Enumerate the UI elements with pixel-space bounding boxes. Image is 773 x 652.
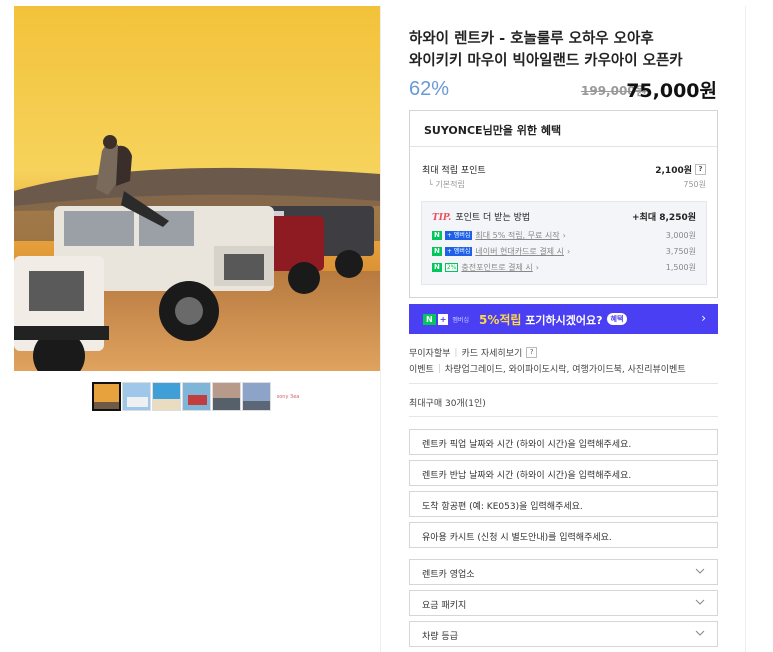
pickup-datetime-input[interactable]: 렌트카 픽업 날짜와 시간 (하와이 시간)을 입력해주세요. <box>409 429 718 455</box>
divider <box>409 416 718 417</box>
main-product-image <box>14 6 380 371</box>
help-icon[interactable]: ? <box>526 347 538 358</box>
naver-membership-banner[interactable]: N + 멤버십 5%적립 포기하시겠어요? 혜택 › <box>409 304 718 334</box>
flight-number-input[interactable]: 도착 항공편 (예: KE053)을 입력해주세요. <box>409 491 718 517</box>
max-points-row: 최대 적립 포인트 2,100원 ? <box>422 163 706 176</box>
naver-n-icon: N <box>432 263 442 272</box>
tip-heading: TIP. 포인트 더 받는 방법 +최대 8,250원 <box>432 213 696 223</box>
plus-icon: + <box>437 313 449 325</box>
benefit-heading: SUYONCE님만을 위한 혜택 <box>410 111 717 147</box>
benefit-box: SUYONCE님만을 위한 혜택 최대 적립 포인트 2,100원 ? └ 기본… <box>409 110 718 298</box>
percent-badge: 2% <box>444 263 459 272</box>
chevron-right-icon: › <box>701 311 706 325</box>
divider <box>409 383 718 384</box>
child-seat-input[interactable]: 유아용 카시트 (신청 시 별도안내)를 입력해주세요. <box>409 522 718 548</box>
thumbnail-3[interactable] <box>152 382 181 411</box>
thumbnail-5[interactable] <box>212 382 241 411</box>
product-title: 하와이 렌트카 - 호놀룰루 오하우 오아후 와이키키 마우이 빅아일랜드 카우… <box>409 31 683 69</box>
discount-rate: 62% <box>409 78 450 100</box>
card-detail-link[interactable]: 카드 자세히보기 <box>461 346 522 359</box>
event-row: 이벤트 | 차량업그레이드, 와이파이도시락, 여행가이드북, 사진리뷰이벤트 <box>409 363 686 376</box>
membership-badge: + 멤버십 <box>444 247 473 256</box>
thumbnail-more[interactable]: sony 3ea <box>272 382 304 411</box>
tip-row-charge-points[interactable]: N 2% 충전포인트로 결제 시 › 1,500원 <box>432 262 696 273</box>
max-purchase: 최대구매 30개(1인) <box>409 399 486 409</box>
naver-n-icon: N <box>432 231 442 240</box>
return-datetime-input[interactable]: 렌트카 반납 날짜와 시간 (하와이 시간)을 입력해주세요. <box>409 460 718 486</box>
basic-points-row: └ 기본적립 750원 <box>428 180 706 189</box>
naver-n-icon: N <box>432 247 442 256</box>
rate-package-select[interactable]: 요금 패키지 <box>409 590 718 616</box>
installment-row: 무이자할부 | 카드 자세히보기 ? <box>409 346 538 359</box>
thumbnail-2[interactable] <box>122 382 151 411</box>
chevron-down-icon <box>695 630 705 636</box>
membership-badge: + 멤버십 <box>444 231 473 240</box>
car-class-select[interactable]: 차량 등급 <box>409 621 718 647</box>
product-info-panel: 하와이 렌트카 - 호놀룰루 오하우 오아후 와이키키 마우이 빅아일랜드 카우… <box>380 6 746 652</box>
naver-n-icon: N <box>423 313 436 325</box>
sale-price: 75,000원 <box>626 80 717 102</box>
thumbnail-4[interactable] <box>182 382 211 411</box>
rental-office-select[interactable]: 렌트카 영업소 <box>409 559 718 585</box>
chevron-down-icon <box>695 599 705 605</box>
tip-row-hyundai-card[interactable]: N + 멤버십 네이버 현대카드로 결제 시 › 3,750원 <box>432 246 696 257</box>
tip-row-membership[interactable]: N + 멤버십 최대 5% 적립, 무료 시작 › 3,000원 <box>432 230 696 241</box>
tip-box: TIP. 포인트 더 받는 방법 +최대 8,250원 N + 멤버십 최대 5% … <box>421 201 707 285</box>
thumbnail-6[interactable] <box>242 382 271 411</box>
benefit-pill: 혜택 <box>606 313 628 325</box>
thumbnail-strip: sony 3ea <box>92 382 304 411</box>
help-icon[interactable]: ? <box>695 164 706 175</box>
thumbnail-1[interactable] <box>92 382 121 411</box>
chevron-down-icon <box>695 568 705 574</box>
